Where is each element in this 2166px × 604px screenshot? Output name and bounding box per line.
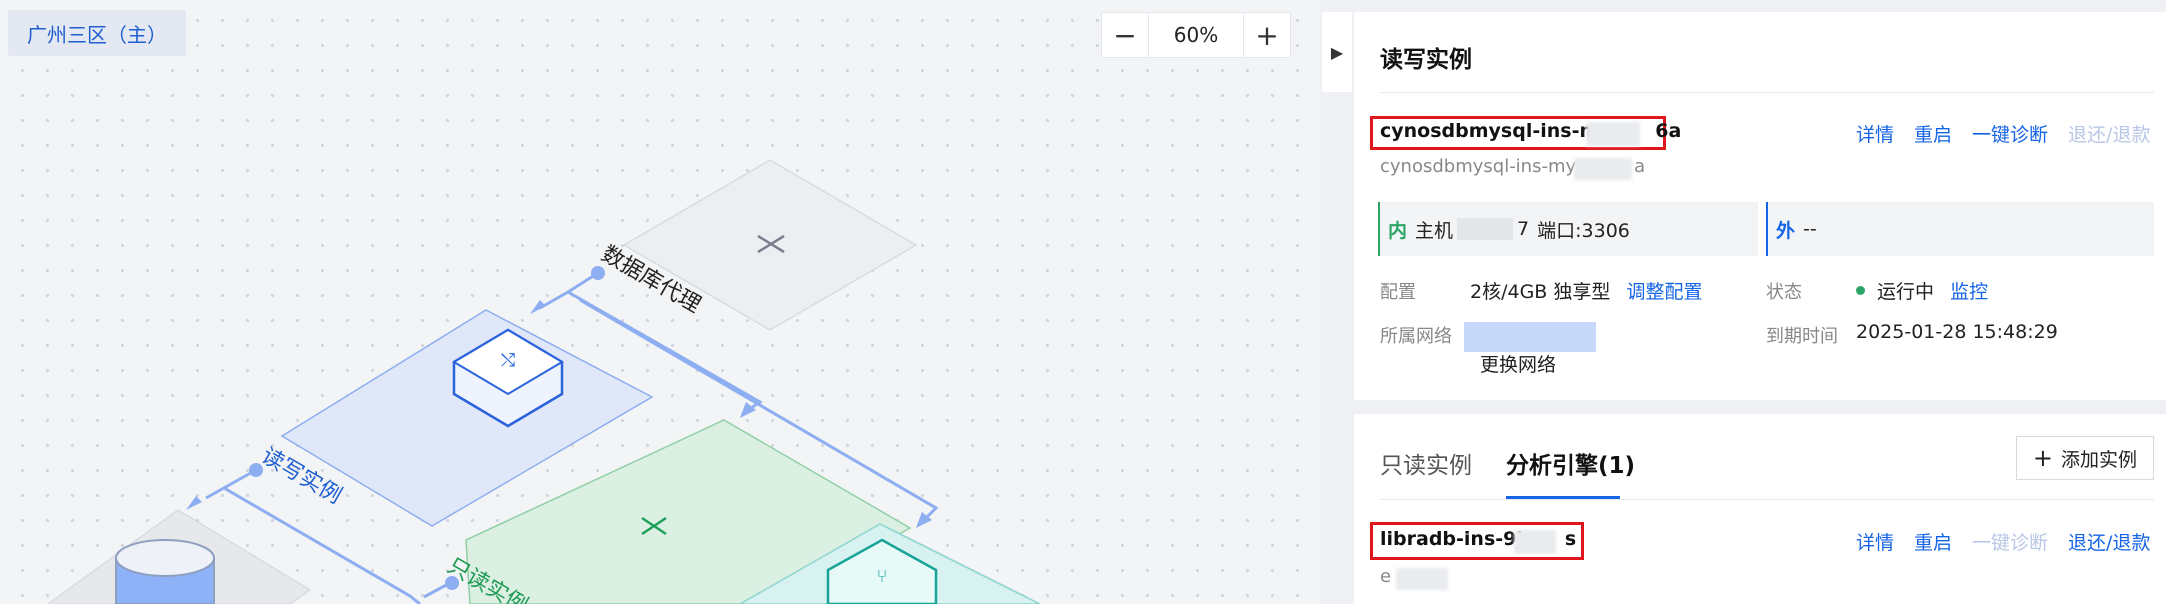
topology-canvas[interactable]: 广州三区（主） ⤭ ⑂ 数据库代理 读写实例 只读实例 − 60% + [0, 0, 1320, 604]
change-network-link[interactable]: 更换网络 [1480, 350, 1556, 377]
status-value: 运行中 监控 [1856, 277, 1988, 304]
caret-right-icon: ▶ [1330, 42, 1344, 62]
extranet-value: -- [1803, 218, 1817, 240]
extranet-tag: 外 [1776, 219, 1796, 242]
host-suffix: 7 [1517, 218, 1530, 240]
status-label: 状态 [1766, 282, 1802, 303]
tab-analytics[interactable]: 分析引擎(1) [1506, 446, 1635, 480]
rw-instance-id-suffix: 6a [1655, 120, 1682, 142]
topology-diagram: ⤭ ⑂ 数据库代理 读写实例 只读实例 [46, 159, 1041, 604]
analytics-instance-name: e [1380, 566, 1391, 587]
panel-collapse-button[interactable]: ▶ [1322, 12, 1352, 92]
zoom-level: 60% [1148, 13, 1244, 57]
return-refund-link: 退还/退款 [2068, 124, 2151, 146]
zoom-in-button[interactable]: + [1244, 13, 1290, 57]
redacted-mask [1574, 158, 1632, 180]
diagnose-link[interactable]: 一键诊断 [1972, 120, 2048, 147]
add-instance-label: 添加实例 [2060, 448, 2137, 471]
redacted-mask [1586, 122, 1640, 146]
config-spec: 2核/4GB 独享型 [1470, 281, 1611, 303]
redacted-mask [1457, 218, 1514, 240]
rw-instance-name-prefix: cynosdbmysql-ins-my [1380, 156, 1577, 177]
return-refund-link[interactable]: 退还/退款 [2068, 528, 2150, 555]
intranet-tag: 内 [1388, 219, 1408, 242]
config-value: 2核/4GB 独享型 调整配置 [1470, 277, 1702, 304]
analytics-instance-id-prefix: libradb-ins-9j [1380, 528, 1523, 550]
sub-instances-panel: 只读实例 分析引擎(1) + 添加实例 libradb-ins-9j s e 详情… [1354, 414, 2166, 604]
zoom-out-button[interactable]: − [1102, 13, 1148, 57]
intranet-address: 内 主机 7 端口:3306 [1378, 202, 1758, 256]
restart-link[interactable]: 重启 [1914, 528, 1952, 555]
analytics-instance-name-prefix: e [1380, 566, 1392, 587]
detail-link[interactable]: 详情 [1856, 528, 1894, 555]
analytics-actions: 详情 重启 一键诊断 退还/退款 [1856, 528, 2150, 555]
expire-label: 到期时间 [1766, 326, 1838, 347]
redacted-mask [1396, 568, 1448, 590]
plus-icon: + [2032, 444, 2053, 472]
tab-readonly[interactable]: 只读实例 [1380, 446, 1472, 480]
extranet-address: 外 -- [1766, 202, 2154, 256]
rw-instance-panel: 读写实例 cynosdbmysql-ins-m 6a cynosdbmysql-i… [1354, 12, 2166, 400]
diagnose-link: 一键诊断 [1972, 532, 2049, 554]
config-label: 配置 [1380, 282, 1416, 303]
divider [1380, 499, 2154, 500]
rw-section-title: 读写实例 [1380, 47, 1472, 73]
rw-actions: 详情 重启 一键诊断 退还/退款 [1856, 120, 2150, 147]
redacted-mask [1514, 530, 1556, 554]
redacted-network [1464, 322, 1596, 352]
adjust-config-link[interactable]: 调整配置 [1626, 281, 1702, 303]
add-instance-button[interactable]: + 添加实例 [2015, 436, 2154, 480]
storage-cylinder-icon [115, 539, 215, 604]
network-label: 所属网络 [1380, 326, 1452, 347]
rw-instance-id-prefix: cynosdbmysql-ins-m [1380, 120, 1600, 142]
svg-text:⤭: ⤭ [501, 350, 515, 371]
detail-link[interactable]: 详情 [1856, 120, 1894, 147]
analytics-instance-id-suffix: s [1564, 528, 1577, 550]
rw-instance-name-suffix: a [1634, 156, 1646, 177]
svg-text:⑂: ⑂ [877, 566, 888, 587]
status-text: 运行中 [1877, 281, 1935, 303]
status-dot-icon [1856, 286, 1865, 295]
restart-link[interactable]: 重启 [1914, 120, 1952, 147]
divider [1380, 92, 2154, 93]
monitor-link[interactable]: 监控 [1950, 281, 1988, 303]
port-text: 端口:3306 [1537, 219, 1630, 242]
host-label: 主机 [1415, 219, 1454, 242]
expire-value: 2025-01-28 15:48:29 [1856, 321, 2058, 343]
zoom-control: − 60% + [1101, 12, 1291, 58]
